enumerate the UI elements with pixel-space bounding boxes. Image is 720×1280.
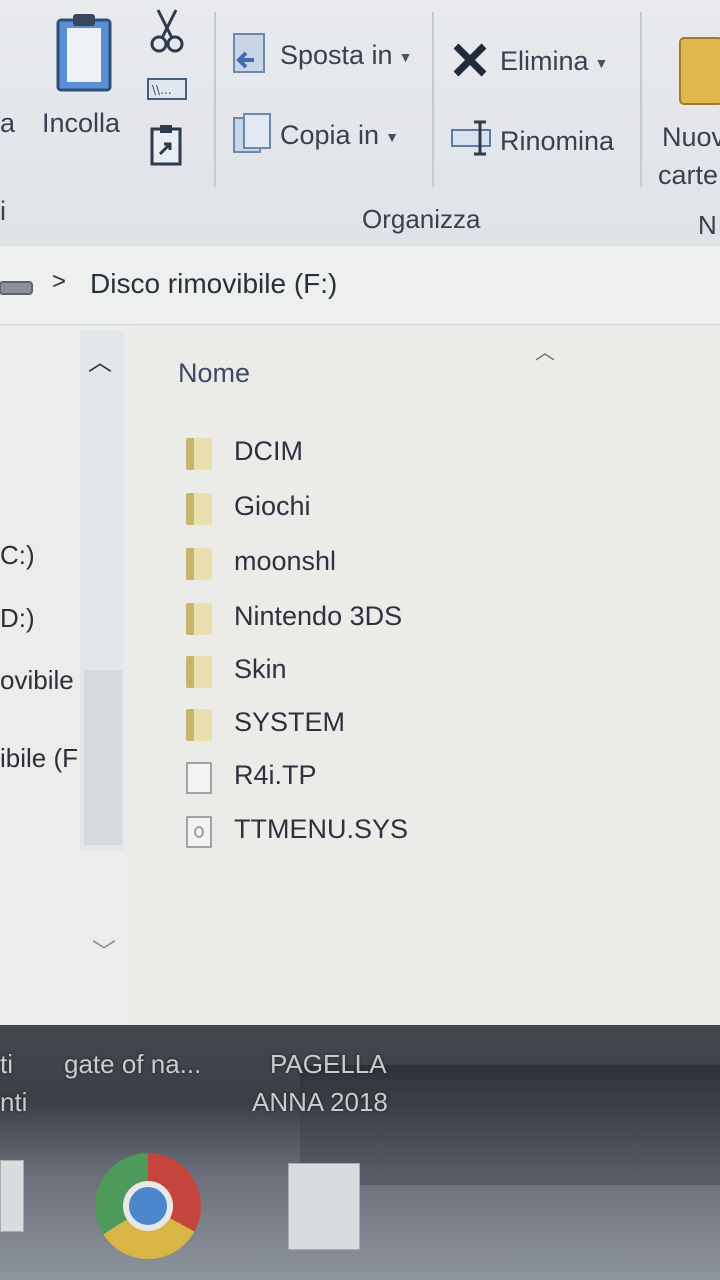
rename-label: Rinomina xyxy=(500,126,615,156)
folder-icon xyxy=(186,493,212,525)
file-list-pane xyxy=(130,325,720,1025)
desktop-icon-label[interactable]: gate of na... xyxy=(64,1049,201,1080)
scroll-down-icon[interactable]: ﹀ xyxy=(92,932,116,967)
copy-to-label: Copia in ▼ xyxy=(280,120,399,150)
file-name: Giochi xyxy=(234,491,311,521)
file-icon xyxy=(186,762,212,794)
new-folder-icon xyxy=(679,37,720,105)
ribbon-cut-text: a xyxy=(0,108,16,138)
chevron-down-icon: ▼ xyxy=(385,128,399,145)
scroll-up-icon[interactable]: ︿ xyxy=(88,342,112,377)
sort-ascending-icon[interactable]: ︿ xyxy=(535,336,555,365)
nav-item-removable[interactable]: ovibile xyxy=(0,665,74,696)
folder-icon xyxy=(186,656,212,688)
chevron-down-icon: ▼ xyxy=(594,54,609,71)
file-name: moonshl xyxy=(234,546,337,576)
move-to-icon xyxy=(233,33,265,73)
ribbon-separator xyxy=(214,12,216,187)
rename-icon xyxy=(451,120,491,156)
folder-icon xyxy=(186,709,212,741)
new-folder-label-line1: Nuov xyxy=(662,122,720,152)
ribbon-cut-text: i xyxy=(0,196,6,226)
system-file-icon xyxy=(186,816,212,848)
new-folder-label-line2: carte xyxy=(658,160,719,190)
nav-item-removable-f[interactable]: ibile (F xyxy=(0,743,78,774)
desktop-icon-label[interactable]: nti xyxy=(0,1087,27,1118)
scissors-icon[interactable] xyxy=(150,8,184,54)
desktop-icon-label[interactable]: ANNA 2018 xyxy=(252,1087,388,1118)
paste-label: Incolla xyxy=(42,108,121,138)
nav-item-drive-c[interactable]: C:) xyxy=(0,540,35,571)
breadcrumb-current[interactable]: Disco rimovibile (F:) xyxy=(90,268,337,300)
chevron-down-icon: ▼ xyxy=(398,48,413,65)
ribbon-separator xyxy=(640,12,642,187)
delete-label: Elimina ▼ xyxy=(500,46,609,76)
paste-shortcut-icon[interactable] xyxy=(150,124,182,166)
folder-icon xyxy=(186,603,212,635)
desktop-background: ti nti gate of na... PAGELLA ANNA 2018 xyxy=(0,1025,720,1280)
svg-text:\\...: \\... xyxy=(152,83,172,97)
desktop-icon[interactable] xyxy=(288,1163,360,1250)
copy-to-icon xyxy=(233,113,271,153)
wallpaper-water xyxy=(300,1065,720,1185)
nav-scrollbar-thumb[interactable] xyxy=(84,670,122,845)
column-header-name[interactable]: Nome xyxy=(178,358,250,389)
desktop-icon-label[interactable]: ti xyxy=(0,1049,13,1080)
ribbon: a i Incolla \\... Sposta in ▼ Copia in ▼… xyxy=(0,0,720,247)
desktop-icon[interactable] xyxy=(0,1160,24,1232)
file-name: Skin xyxy=(234,654,287,684)
nav-item-drive-d[interactable]: D:) xyxy=(0,603,35,634)
folder-icon xyxy=(186,548,212,580)
file-name: SYSTEM xyxy=(234,707,346,737)
group-label-organize: Organizza xyxy=(362,204,481,234)
folder-icon xyxy=(186,438,212,470)
desktop-icon-label[interactable]: PAGELLA xyxy=(270,1049,387,1080)
move-to-label: Sposta in ▼ xyxy=(280,40,413,70)
drive-icon xyxy=(0,281,33,295)
address-bar[interactable]: > Disco rimovibile (F:) xyxy=(0,246,720,325)
file-name: TTMENU.SYS xyxy=(234,814,409,844)
group-label-new: N xyxy=(698,210,717,240)
delete-x-icon xyxy=(453,43,487,77)
file-name: DCIM xyxy=(234,436,303,466)
breadcrumb-chevron-icon[interactable]: > xyxy=(52,268,66,296)
file-name: R4i.TP xyxy=(234,760,317,790)
file-name: Nintendo 3DS xyxy=(234,601,403,631)
ribbon-separator xyxy=(432,12,434,187)
copy-path-icon[interactable]: \\... xyxy=(147,78,187,100)
chrome-icon[interactable] xyxy=(95,1153,201,1259)
clipboard-icon xyxy=(56,14,112,92)
